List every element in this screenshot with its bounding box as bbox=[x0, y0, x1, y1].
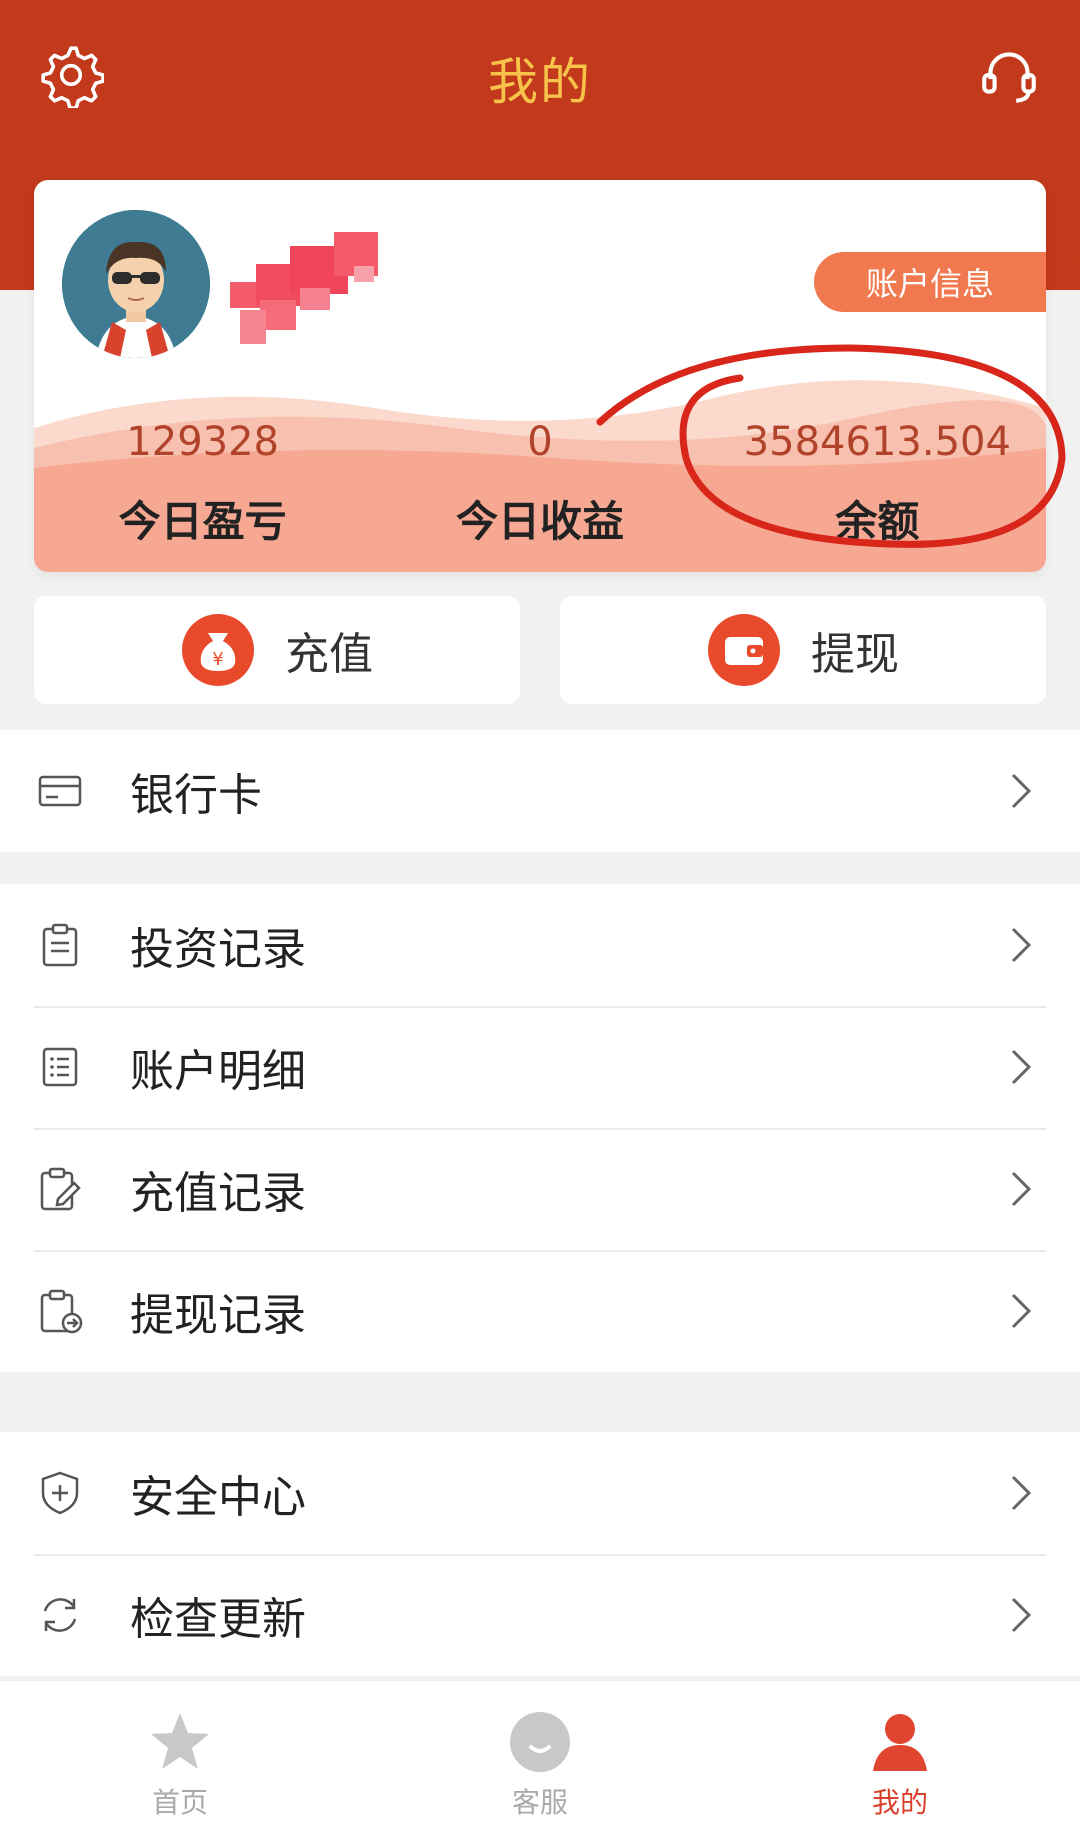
stat-value: 0 bbox=[527, 419, 553, 465]
doc-export-icon bbox=[40, 1289, 83, 1334]
stat-today-earnings: 0 今日收益 bbox=[371, 412, 708, 552]
money-bag-icon: ¥ bbox=[182, 614, 254, 686]
headset-icon[interactable] bbox=[976, 42, 1042, 108]
tab-mine[interactable]: 我的 bbox=[720, 1681, 1080, 1840]
menu-label: 提现记录 bbox=[130, 1290, 306, 1341]
profile-card: 账户信息 129328 今日盈亏 0 今日收益 3584613.504 余额 bbox=[34, 180, 1046, 572]
menu-label: 充值记录 bbox=[130, 1168, 306, 1219]
menu-label: 投资记录 bbox=[130, 924, 306, 975]
stat-label: 今日收益 bbox=[455, 497, 624, 546]
stat-today-profit: 129328 今日盈亏 bbox=[34, 412, 371, 552]
menu-item-bank-card[interactable]: 银行卡 bbox=[0, 730, 1080, 852]
menu-item-account-details[interactable]: 账户明细 bbox=[0, 1006, 1080, 1128]
menu-item-security-center[interactable]: 安全中心 bbox=[0, 1432, 1080, 1554]
tab-customer-service[interactable]: 客服 bbox=[360, 1681, 720, 1840]
shield-icon bbox=[41, 1471, 79, 1515]
avatar-illustration bbox=[62, 210, 210, 358]
account-info-button[interactable]: 账户信息 bbox=[814, 252, 1046, 312]
chevron-right-icon bbox=[1011, 1597, 1032, 1633]
withdraw-label: 提现 bbox=[811, 629, 899, 680]
actions-row: ¥ 充值 提现 bbox=[34, 596, 1046, 704]
menu-group-system: 安全中心 检查更新 bbox=[0, 1432, 1080, 1676]
tab-home[interactable]: 首页 bbox=[0, 1681, 360, 1840]
tab-label: 客服 bbox=[511, 1786, 568, 1819]
avatar[interactable] bbox=[62, 210, 210, 358]
menu-item-investment-records[interactable]: 投资记录 bbox=[0, 884, 1080, 1006]
chevron-right-icon bbox=[1011, 1293, 1032, 1329]
edit-doc-icon bbox=[40, 1167, 81, 1211]
menu-group-bank: 银行卡 bbox=[0, 730, 1080, 852]
withdraw-button[interactable]: 提现 bbox=[560, 596, 1046, 704]
stat-value: 129328 bbox=[126, 419, 280, 465]
menu-label: 安全中心 bbox=[130, 1472, 306, 1523]
redacted-username bbox=[230, 232, 378, 344]
stat-value: 3584613.504 bbox=[743, 419, 1011, 465]
stat-balance: 3584613.504 余额 bbox=[709, 412, 1046, 552]
menu-label: 银行卡 bbox=[130, 770, 262, 821]
recharge-button[interactable]: ¥ 充值 bbox=[34, 596, 520, 704]
person-icon bbox=[873, 1714, 927, 1771]
chat-icon bbox=[510, 1712, 570, 1772]
chevron-right-icon bbox=[1011, 1475, 1032, 1511]
chevron-right-icon bbox=[1011, 1049, 1032, 1085]
page-title: 我的 bbox=[488, 53, 592, 111]
stat-label: 今日盈亏 bbox=[118, 497, 287, 546]
chevron-right-icon bbox=[1011, 773, 1032, 809]
recharge-label: 充值 bbox=[285, 629, 373, 680]
wallet-icon bbox=[708, 614, 780, 686]
chevron-right-icon bbox=[1011, 927, 1032, 963]
star-icon bbox=[151, 1713, 209, 1769]
stat-label: 余额 bbox=[835, 497, 920, 546]
clipboard-icon bbox=[42, 923, 78, 967]
chevron-right-icon bbox=[1011, 1171, 1032, 1207]
menu-item-recharge-records[interactable]: 充值记录 bbox=[0, 1128, 1080, 1250]
menu-label: 检查更新 bbox=[130, 1594, 306, 1645]
refresh-icon bbox=[43, 1598, 77, 1632]
stats-row: 129328 今日盈亏 0 今日收益 3584613.504 余额 bbox=[34, 412, 1046, 552]
svg-text:¥: ¥ bbox=[212, 649, 223, 670]
bank-card-icon bbox=[38, 775, 82, 807]
list-icon bbox=[42, 1047, 78, 1087]
menu-item-withdraw-records[interactable]: 提现记录 bbox=[0, 1250, 1080, 1372]
menu-item-check-update[interactable]: 检查更新 bbox=[0, 1554, 1080, 1676]
menu-label: 账户明细 bbox=[130, 1046, 306, 1097]
tab-label: 我的 bbox=[871, 1786, 928, 1819]
menu-group-records: 投资记录 账户明细 充值记录 提现记录 bbox=[0, 884, 1080, 1372]
tab-label: 首页 bbox=[151, 1786, 208, 1819]
bottom-tab-bar: 首页 客服 我的 bbox=[0, 1680, 1080, 1840]
